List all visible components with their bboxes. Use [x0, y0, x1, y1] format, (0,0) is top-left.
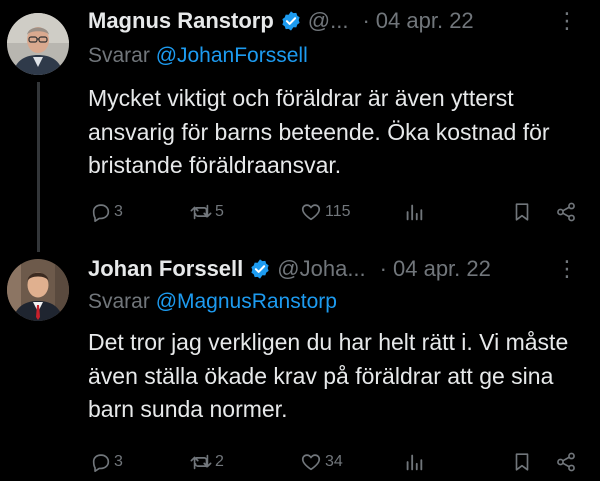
repost-icon — [189, 201, 213, 223]
tweet-text: Det tror jag verkligen du har helt rätt … — [88, 329, 569, 422]
views-icon — [403, 451, 425, 473]
tweet-actions: 3 2 34 — [88, 446, 600, 478]
reply-mention-link[interactable]: @MagnusRanstorp — [156, 290, 337, 313]
verified-badge-icon — [249, 258, 271, 280]
avatar[interactable] — [7, 259, 69, 321]
reply-button[interactable]: 3 — [88, 196, 123, 228]
more-icon[interactable]: ⋮ — [556, 256, 578, 282]
views-button[interactable] — [401, 196, 425, 228]
repost-button[interactable]: 2 — [187, 446, 224, 478]
bookmark-icon — [511, 201, 533, 223]
reply-count: 3 — [114, 203, 123, 220]
tweet-actions: 3 5 115 — [88, 196, 600, 228]
repost-count: 2 — [215, 453, 224, 470]
reply-icon — [90, 451, 112, 473]
tweet-header: Johan Forssell @Joha... · 04 apr. 22 ⋮ — [88, 252, 600, 286]
share-icon — [554, 451, 578, 473]
like-icon — [299, 201, 323, 223]
bookmark-button[interactable] — [509, 446, 533, 478]
tweet-date[interactable]: 04 apr. 22 — [393, 256, 491, 282]
share-button[interactable] — [552, 196, 578, 228]
views-icon — [403, 201, 425, 223]
user-handle[interactable]: @... — [308, 8, 349, 34]
like-count: 115 — [325, 203, 351, 220]
tweet-johan-forssell[interactable]: Johan Forssell @Joha... · 04 apr. 22 ⋮ S… — [0, 250, 600, 481]
tweet-text: Mycket viktigt och föräldrar är även ytt… — [88, 85, 550, 178]
bookmark-icon — [511, 451, 533, 473]
like-button[interactable]: 115 — [297, 196, 351, 228]
replying-to: Svarar @JohanForssell — [88, 44, 308, 68]
reply-mention-link[interactable]: @JohanForssell — [156, 44, 308, 67]
reply-button[interactable]: 3 — [88, 446, 123, 478]
tweet-header: Magnus Ranstorp @... · 04 apr. 22 ⋮ — [88, 4, 600, 38]
tweet-date[interactable]: 04 apr. 22 — [376, 8, 474, 34]
verified-badge-icon — [280, 10, 302, 32]
more-icon[interactable]: ⋮ — [556, 8, 578, 34]
reply-count: 3 — [114, 453, 123, 470]
replying-to: Svarar @MagnusRanstorp — [88, 290, 337, 314]
separator-dot: · — [379, 256, 387, 281]
repost-count: 5 — [215, 203, 224, 220]
views-button[interactable] — [401, 446, 425, 478]
display-name[interactable]: Johan Forssell — [88, 256, 243, 282]
repost-button[interactable]: 5 — [187, 196, 224, 228]
replying-prefix: Svarar — [88, 44, 156, 67]
share-button[interactable] — [552, 446, 578, 478]
user-handle[interactable]: @Joha... — [277, 256, 365, 282]
avatar[interactable] — [7, 13, 69, 75]
bookmark-button[interactable] — [509, 196, 533, 228]
share-icon — [554, 201, 578, 223]
separator-dot: · — [362, 8, 370, 33]
replying-prefix: Svarar — [88, 290, 156, 313]
reply-icon — [90, 201, 112, 223]
tweet-magnus-ranstorp[interactable]: Magnus Ranstorp @... · 04 apr. 22 ⋮ Svar… — [0, 0, 600, 250]
like-icon — [299, 451, 323, 473]
like-count: 34 — [325, 453, 343, 470]
repost-icon — [189, 451, 213, 473]
display-name[interactable]: Magnus Ranstorp — [88, 8, 274, 34]
like-button[interactable]: 34 — [297, 446, 343, 478]
